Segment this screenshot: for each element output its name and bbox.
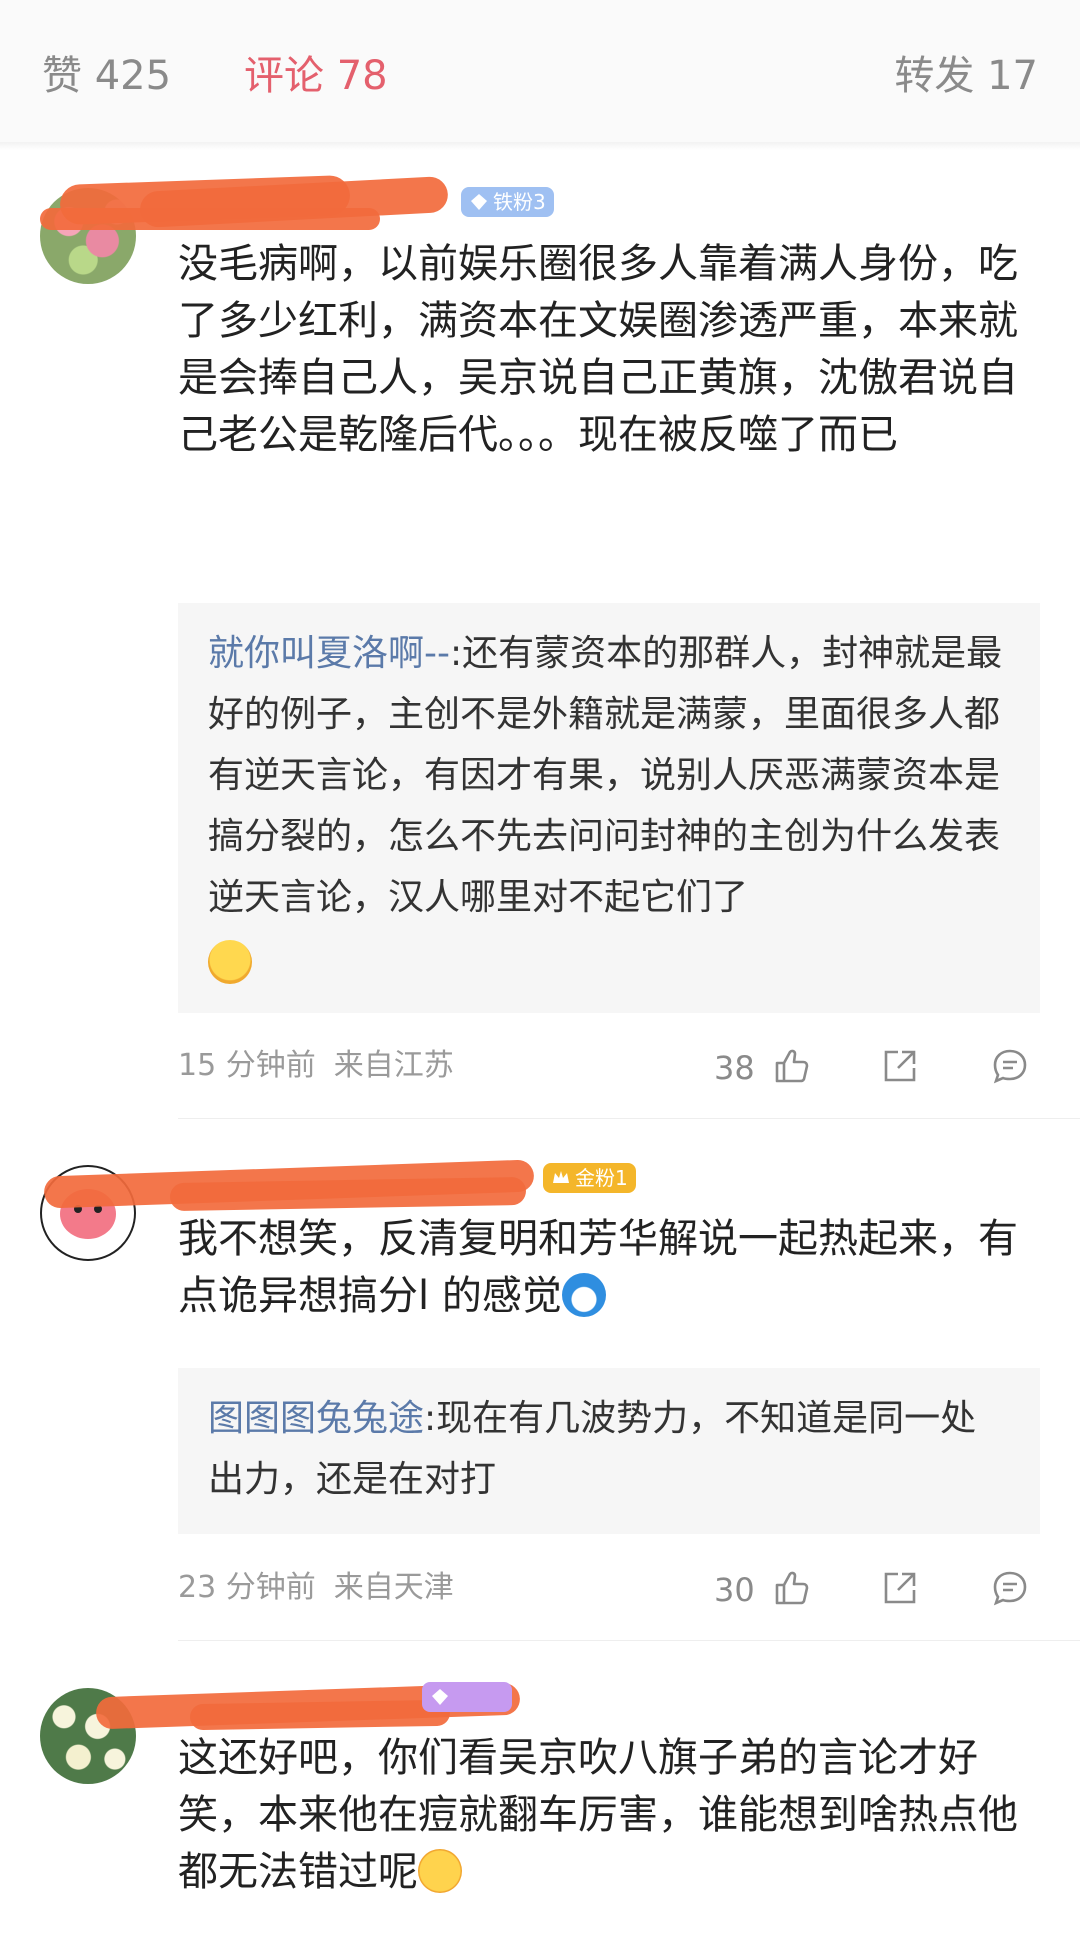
like-count: 38: [714, 1049, 755, 1087]
tab-reposts[interactable]: 转发 17: [894, 52, 1038, 100]
share-icon[interactable]: [880, 1046, 920, 1086]
redaction-mark: [189, 1699, 451, 1731]
share-icon[interactable]: [880, 1568, 920, 1608]
comment-text: 这还好吧，你们看吴京吹八旗子弟的言论才好笑，本来他在痘就翻车厉害，谁能想到啥热点…: [178, 1735, 1018, 1895]
thumbs-up-icon[interactable]: [771, 1568, 811, 1608]
comment-text: 我不想笑，反清复明和芳华解说一起热起来，有点诡异想搞分l 的感觉: [178, 1216, 1018, 1319]
reply-box[interactable]: 图图图兔兔途:现在有几波势力，不知道是同一处出力，还是在对打: [178, 1368, 1040, 1534]
comment-location: 来自江苏: [333, 1048, 454, 1083]
fan-badge[interactable]: 铁粉3: [461, 187, 554, 217]
comment-icon[interactable]: [990, 1046, 1030, 1086]
crying-laughing-emoji-icon: [418, 1849, 462, 1893]
fan-badge-label: 铁粉3: [493, 190, 546, 214]
reply-text: 还有蒙资本的那群人，封神就是最好的例子，主创不是外籍就是满蒙，里面很多人都有逆天…: [208, 633, 1003, 918]
fan-badge[interactable]: 金粉1: [543, 1163, 636, 1193]
reply-username[interactable]: 图图图兔兔途: [208, 1398, 424, 1439]
diamond-icon: [432, 1689, 448, 1705]
like-count: 30: [714, 1571, 755, 1609]
comment-divider: [178, 1118, 1080, 1119]
comment-text: 没毛病啊，以前娱乐圈很多人靠着满人身份，吃了多少红利，满资本在文娱圈渗透严重，本…: [178, 241, 1018, 458]
comment-meta: 23 分钟前 来自天津: [178, 1568, 454, 1608]
comment-meta: 15 分钟前 来自江苏: [178, 1046, 454, 1086]
comment-location: 来自天津: [333, 1570, 454, 1605]
fan-badge-label: 金粉1: [575, 1166, 628, 1190]
thumbs-up-icon[interactable]: [771, 1046, 811, 1086]
crown-icon: [553, 1171, 569, 1183]
tab-comments[interactable]: 评论 78: [244, 52, 388, 100]
comment-icon[interactable]: [990, 1568, 1030, 1608]
tab-likes[interactable]: 赞 425: [42, 52, 171, 100]
reply-box[interactable]: 就你叫夏洛啊--:还有蒙资本的那群人，封神就是最好的例子，主创不是外籍就是满蒙，…: [178, 603, 1040, 1013]
reply-separator: :: [424, 1398, 437, 1439]
reply-separator: :: [449, 633, 463, 674]
doraemon-emoji-icon: [561, 1273, 606, 1317]
tab-bar-shadow: [0, 142, 1080, 150]
comment-time: 23 分钟前: [178, 1570, 316, 1605]
comment-time: 15 分钟前: [178, 1048, 316, 1083]
reply-username[interactable]: 就你叫夏洛啊--: [208, 633, 450, 674]
redaction-mark: [40, 208, 380, 230]
diamond-icon: [471, 194, 487, 210]
comment-divider: [178, 1640, 1080, 1641]
redaction-mark: [169, 1176, 527, 1212]
comment-tab-bar: 赞 425 评论 78 转发 17: [0, 0, 1080, 143]
sweat-emoji-icon: [208, 940, 252, 984]
fan-badge[interactable]: [422, 1682, 512, 1712]
